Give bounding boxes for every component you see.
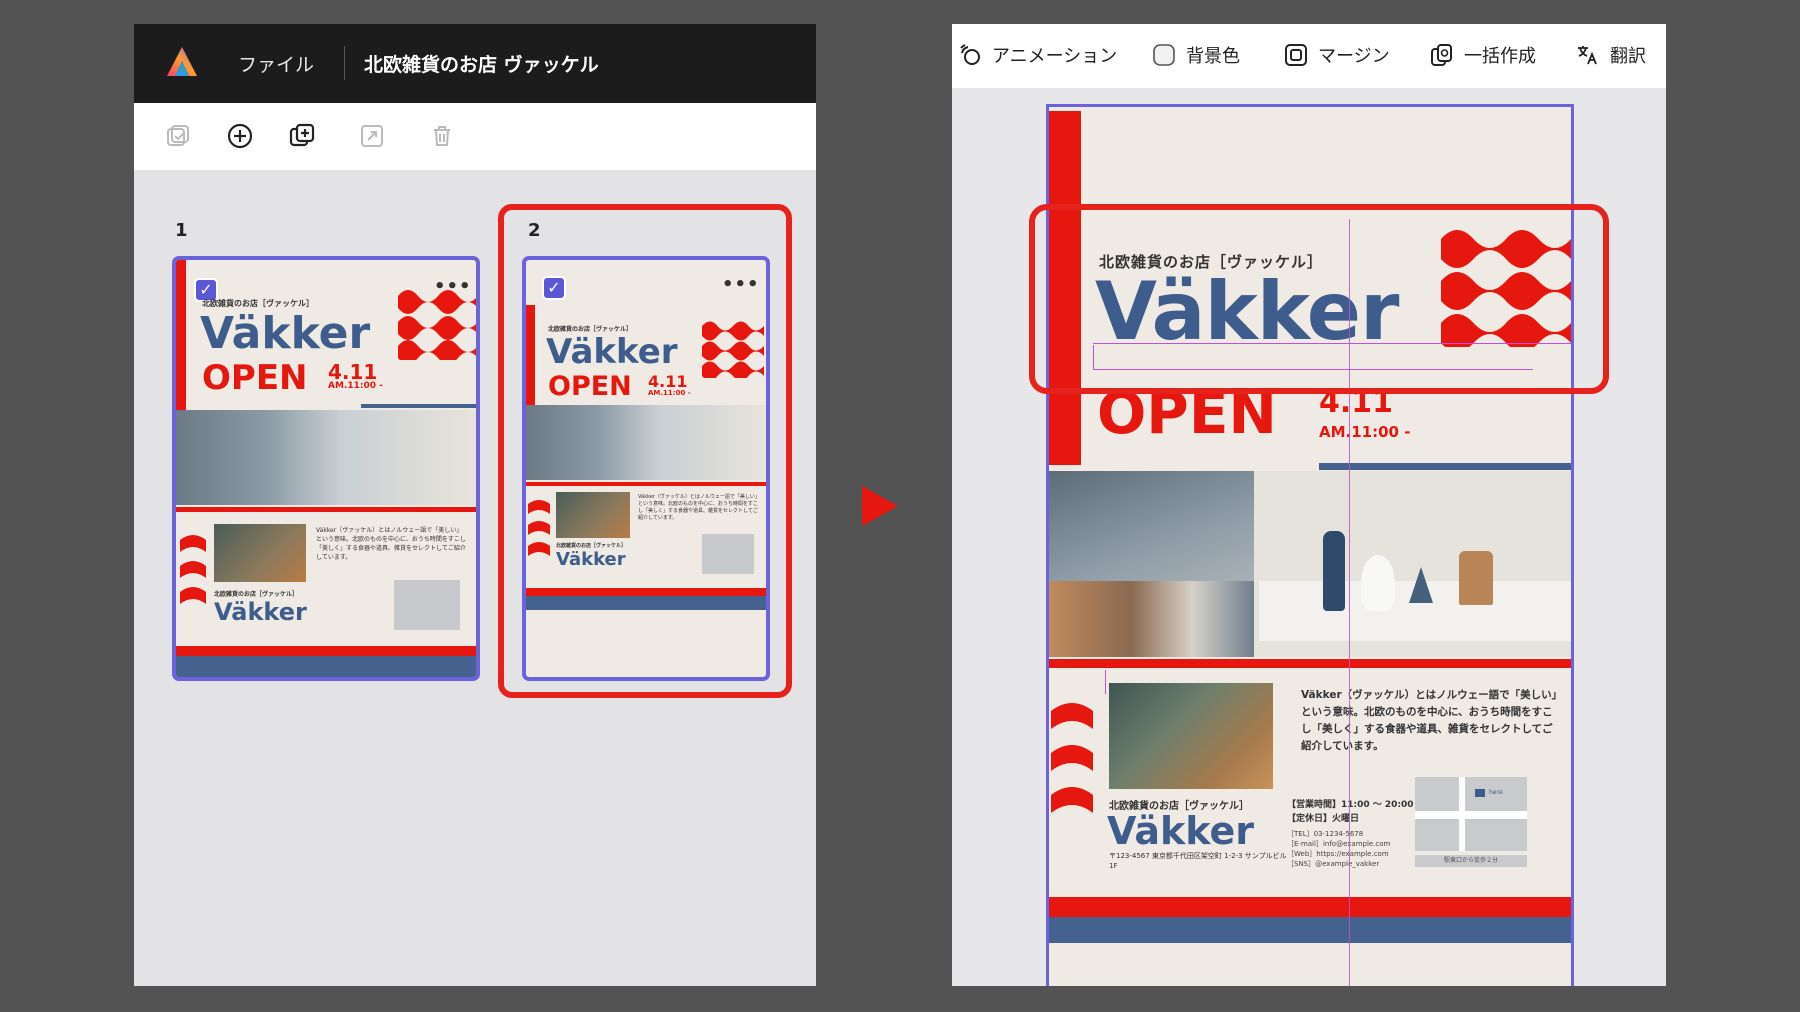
animation-button[interactable]: アニメーション xyxy=(958,42,1117,68)
deer-figure xyxy=(1459,551,1493,605)
wave-pattern-icon xyxy=(398,290,476,360)
divider xyxy=(344,46,345,80)
map-caption: 駅東口から徒歩２分 xyxy=(1415,855,1527,867)
decor-photo xyxy=(1049,581,1254,657)
more-options-icon[interactable]: ••• xyxy=(722,274,760,295)
wave-pattern-icon xyxy=(702,321,764,378)
map-here-label: here xyxy=(1489,789,1503,796)
map-pin xyxy=(1475,789,1485,797)
margin-icon xyxy=(1285,44,1307,66)
sofa-photo xyxy=(1049,471,1254,581)
navy-bar xyxy=(1049,917,1571,943)
map[interactable]: here xyxy=(1415,777,1527,851)
footer-brand: Väkker xyxy=(556,549,626,570)
accent-bar xyxy=(1049,659,1571,668)
footer-brand: Väkker xyxy=(214,598,307,626)
interior-photo xyxy=(526,405,766,480)
footer-brand[interactable]: Väkker xyxy=(1107,809,1254,853)
page-number: 1 xyxy=(175,220,188,241)
wave-pattern-icon xyxy=(528,500,550,556)
description-text[interactable]: Väkker（ヴァッケル）とはノルウェー語で「美しい」という意味。北欧のものを中… xyxy=(1301,687,1557,755)
brand-title: Väkker xyxy=(200,308,371,359)
editor-panel: アニメーション 背景色 マージン 一括作成 翻訳 北欧雑貨のお店［ヴァッケル］ … xyxy=(952,24,1666,986)
animation-label: アニメーション xyxy=(992,46,1118,67)
pages-panel: ファイル 北欧雑貨のお店 ヴァッケル 1 ✓ ••• 北欧雑貨のお店［ヴァッケル… xyxy=(134,24,816,986)
description-text: Väkker（ヴァッケル）とはノルウェー語で「美しい」という意味。北欧のものを中… xyxy=(638,494,758,521)
background-color-icon xyxy=(1153,44,1175,66)
hours-text: 【営業時間】11:00 ～ 20:00 xyxy=(1287,800,1414,810)
arrow-right-icon xyxy=(862,486,898,526)
app-header: ファイル 北欧雑貨のお店 ヴァッケル xyxy=(134,24,816,103)
shop-photo[interactable] xyxy=(1109,683,1273,789)
translate-label: 翻訳 xyxy=(1610,46,1646,67)
vase xyxy=(1361,555,1395,611)
page-thumbnail-2[interactable]: ✓ ••• 北欧雑貨のお店［ヴァッケル］ Väkker OPEN 4.11 AM… xyxy=(522,256,770,681)
document-title[interactable]: 北欧雑貨のお店 ヴァッケル xyxy=(364,50,599,77)
select-all-icon[interactable] xyxy=(162,120,194,152)
resize-icon[interactable] xyxy=(356,120,388,152)
adobe-express-logo-icon[interactable] xyxy=(164,44,200,80)
background-color-label: 背景色 xyxy=(1186,46,1240,67)
divider xyxy=(1319,463,1571,470)
background-color-button[interactable]: 背景色 xyxy=(1152,42,1240,68)
duplicate-page-icon[interactable] xyxy=(286,120,318,152)
email-text: ［E-mail］info@example.com xyxy=(1287,840,1391,848)
tel-text: ［TEL］03-1234-5678 xyxy=(1287,830,1364,838)
element-selection-highlight xyxy=(1029,204,1609,394)
open-time: AM.11:00 - xyxy=(328,381,383,391)
map-road xyxy=(1415,811,1527,819)
pages-toolbar xyxy=(134,103,816,170)
vase xyxy=(1323,531,1345,611)
page-number: 2 xyxy=(528,220,541,241)
page-thumbnail-1[interactable]: ✓ ••• 北欧雑貨のお店［ヴァッケル］ Väkker OPEN 4.11 AM… xyxy=(172,256,480,681)
open-title: OPEN xyxy=(202,358,308,398)
sns-text: ［SNS］@example_vakker xyxy=(1287,860,1380,868)
translate-icon xyxy=(1578,46,1597,65)
accent-bar xyxy=(1049,897,1571,917)
accent-bar xyxy=(526,588,766,596)
footer-shop-label: 北欧雑貨のお店［ヴァッケル］ xyxy=(556,543,627,549)
tree-figure xyxy=(1409,567,1433,603)
animation-icon xyxy=(960,44,980,65)
editor-toolbar: アニメーション 背景色 マージン 一括作成 翻訳 xyxy=(952,24,1666,88)
spacing-indicator xyxy=(1105,670,1106,694)
wave-pattern-icon xyxy=(1051,703,1093,813)
add-page-icon[interactable] xyxy=(224,120,256,152)
accent-bar xyxy=(176,260,186,410)
map-road xyxy=(1459,777,1465,851)
interior-photo[interactable] xyxy=(1049,471,1571,657)
accent-bar xyxy=(526,305,535,410)
navy-bar xyxy=(176,656,476,677)
wave-pattern-icon xyxy=(180,535,206,604)
open-time[interactable]: AM.11:00 - xyxy=(1319,423,1410,441)
brand-title: Väkker xyxy=(546,332,678,372)
open-time: AM.11:00 - xyxy=(648,389,691,397)
divider xyxy=(361,404,476,408)
margin-label: マージン xyxy=(1318,46,1390,67)
shop-photo xyxy=(556,492,630,538)
translate-button[interactable]: 翻訳 xyxy=(1576,42,1646,68)
file-menu[interactable]: ファイル xyxy=(238,50,314,77)
margin-button[interactable]: マージン xyxy=(1284,42,1390,68)
map xyxy=(702,534,754,574)
open-title: OPEN xyxy=(548,371,632,402)
batch-create-button[interactable]: 一括作成 xyxy=(1430,42,1536,68)
footer-shop-label: 北欧雑貨のお店［ヴァッケル］ xyxy=(214,591,299,598)
accent-bar xyxy=(176,646,476,656)
trash-icon[interactable] xyxy=(426,120,458,152)
description-text: Väkker（ヴァッケル）とはノルウェー語で「美しい」という意味。北欧のものを中… xyxy=(316,527,466,561)
interior-photo xyxy=(176,410,476,505)
batch-create-icon xyxy=(1431,44,1452,66)
shop-photo xyxy=(214,524,306,582)
batch-create-label: 一括作成 xyxy=(1464,46,1536,67)
accent-bar xyxy=(176,507,476,512)
navy-bar xyxy=(526,596,766,610)
map xyxy=(394,580,460,630)
accent-bar xyxy=(526,482,766,486)
page-checkbox[interactable]: ✓ xyxy=(542,276,566,300)
address-text: 〒123-4567 東京都千代田区架空町 1-2-3 サンプルビル 1F xyxy=(1109,852,1287,870)
web-text: ［Web］https://example.com xyxy=(1287,850,1389,858)
